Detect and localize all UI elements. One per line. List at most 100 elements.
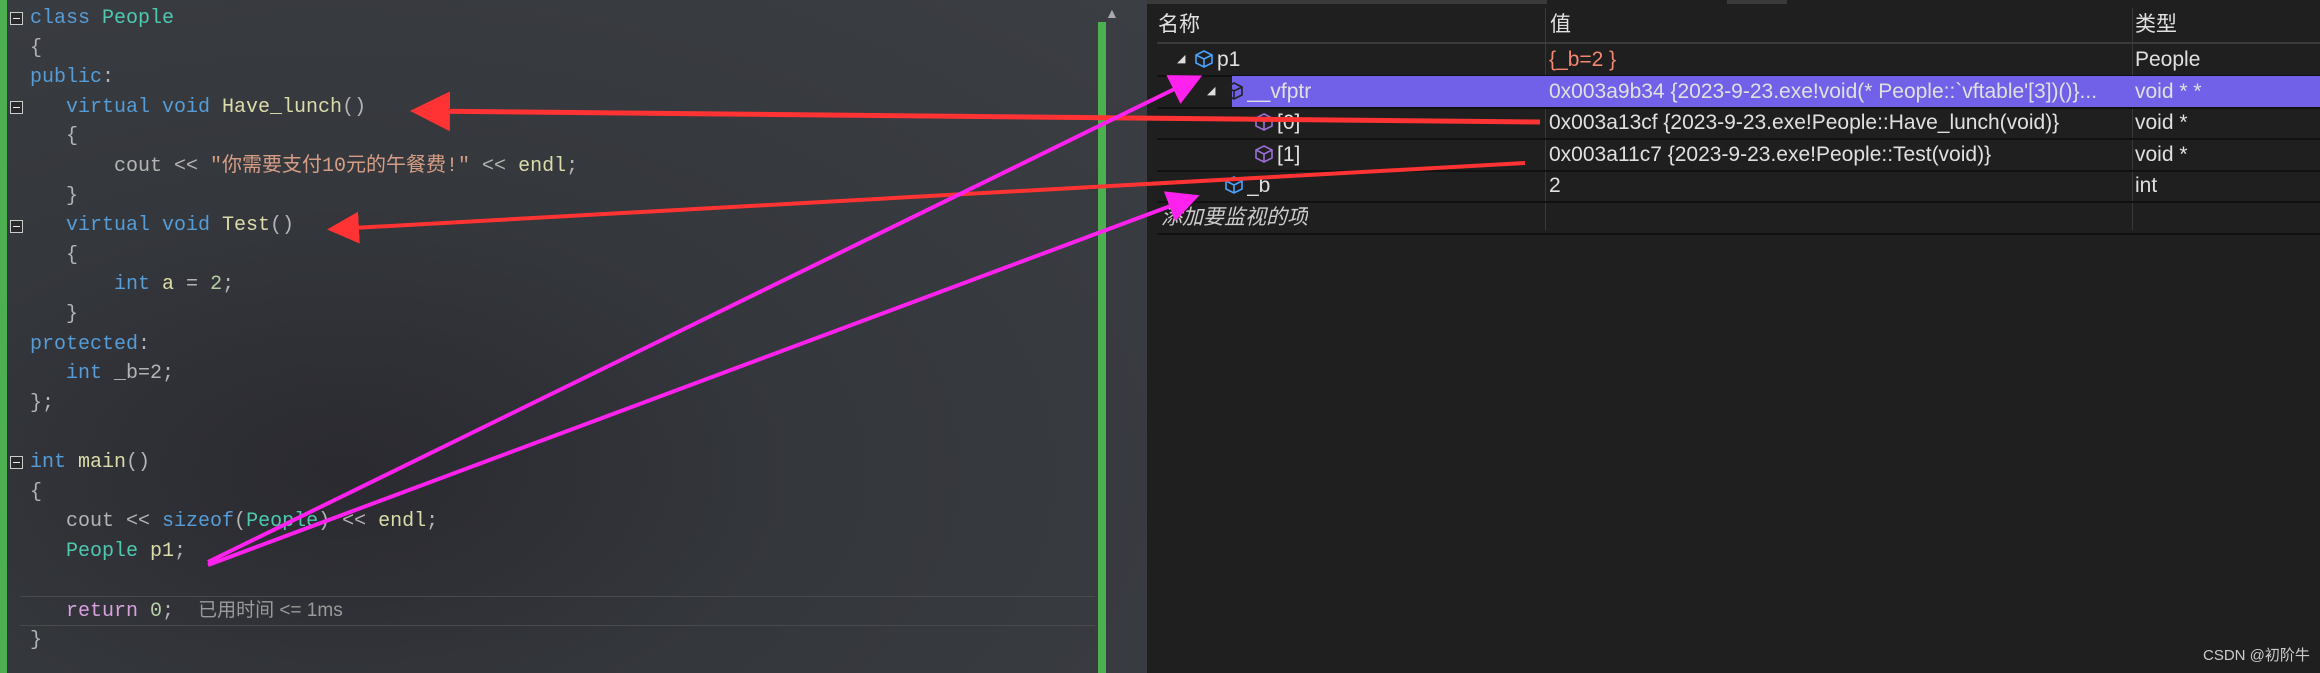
code-line[interactable]: { (30, 478, 42, 508)
change-margin (0, 0, 7, 673)
watch-type: void * (2135, 111, 2188, 135)
scrollbar-track[interactable] (1098, 22, 1106, 673)
code-token: _b=2; (114, 362, 175, 386)
watch-value[interactable]: 0x003a11c7 {2023-9-23.exe!People::Test(v… (1549, 139, 2127, 170)
column-header-value[interactable]: 值 (1550, 8, 1571, 42)
pointer-object-icon (1225, 81, 1243, 100)
code-line[interactable]: People p1; (30, 537, 186, 567)
code-token: () (126, 451, 151, 474)
code-token: cout << (30, 510, 163, 534)
code-token: : (138, 332, 151, 356)
protected-field-icon (1225, 176, 1243, 195)
watch-name: p1 (1217, 48, 1241, 71)
watermark: CSDN @初阶牛 (2203, 647, 2310, 664)
code-token: p1 (150, 539, 175, 563)
code-line[interactable]: { (30, 241, 78, 271)
class-object-icon (1195, 50, 1213, 68)
code-line[interactable]: }; (30, 389, 54, 419)
code-line[interactable]: public: (30, 63, 114, 93)
watch-value[interactable]: {_b=2 } (1549, 44, 2127, 75)
watch-row-b[interactable]: _b 2 int (1157, 170, 2320, 204)
scroll-up-arrow-icon[interactable]: ▲ (1105, 5, 1119, 21)
code-editor[interactable]: class People{public: virtual void Have_l… (0, 0, 1147, 673)
code-token: { (30, 36, 43, 60)
code-token: { (30, 243, 79, 267)
code-token: virtual void (30, 214, 223, 238)
code-token: } (30, 184, 79, 208)
watch-name: [1] (1277, 142, 1301, 166)
tab-strip (1727, 0, 1787, 4)
watch-row-p1[interactable]: ◢ p1 {_b=2 } People (1157, 44, 2320, 77)
expand-triangle-icon[interactable]: ◢ (1177, 44, 1185, 75)
code-line[interactable]: cout << sizeof(People) << endl; (30, 507, 438, 537)
code-token: ; (426, 510, 439, 534)
watch-name: __vfptr (1247, 79, 1312, 103)
code-line[interactable]: } (30, 182, 78, 212)
code-token: "你需要支付10元的午餐费!" (210, 155, 471, 178)
code-token: ; (174, 539, 187, 563)
member-icon (1255, 144, 1273, 163)
watch-value[interactable]: 0x003a9b34 {2023-9-23.exe!void(* People:… (1549, 76, 2127, 107)
add-watch-row[interactable]: 添加要监视的项 (1157, 202, 2320, 235)
code-line[interactable]: } (30, 300, 78, 330)
code-line[interactable]: { (30, 34, 42, 64)
code-token: 已用时间 <= 1ms (198, 600, 343, 621)
code-line[interactable]: return 0; 已用时间 <= 1ms (30, 596, 343, 626)
watch-type: void * * (2135, 79, 2202, 103)
code-line[interactable]: { (30, 122, 78, 152)
code-line[interactable]: int a = 2; (30, 270, 234, 300)
code-token: main (78, 451, 127, 474)
code-token: 2 (210, 273, 223, 297)
code-token: () (342, 95, 367, 119)
column-header-name[interactable]: 名称 (1158, 8, 1200, 42)
code-token: = (174, 273, 211, 297)
code-token: People (30, 539, 151, 563)
code-token: int (30, 451, 79, 474)
fold-toggle-main[interactable] (10, 456, 23, 469)
code-token: return (30, 600, 151, 623)
code-line[interactable]: virtual void Test() (30, 211, 294, 241)
code-token: People (102, 7, 175, 30)
code-token: ) << (318, 510, 379, 534)
code-line[interactable]: } (30, 626, 42, 656)
code-token: protected (30, 332, 139, 356)
code-token: { (30, 480, 43, 504)
code-token: public (30, 66, 103, 90)
code-token: endl (378, 510, 427, 534)
code-line[interactable]: protected: (30, 330, 150, 360)
code-token: }; (30, 391, 55, 415)
fold-toggle-have-lunch[interactable] (10, 101, 23, 114)
fold-toggle-class[interactable] (10, 12, 23, 25)
code-token: ( (234, 510, 247, 534)
code-token: endl (518, 155, 567, 178)
code-token: Test (222, 214, 271, 238)
code-token: int (30, 362, 115, 386)
code-token: int (30, 273, 163, 297)
watch-name: [0] (1277, 111, 1301, 135)
watch-row-vfptr[interactable]: ◢ __vfptr 0x003a9b34 {2023-9-23.exe!void(*… (1157, 75, 2320, 109)
code-line[interactable]: class People (30, 4, 174, 34)
code-token: } (30, 628, 43, 652)
fold-toggle-test[interactable] (10, 220, 23, 233)
column-header-type[interactable]: 类型 (2135, 8, 2177, 42)
tab-strip (1147, 0, 1547, 4)
watch-row-0[interactable]: [0] 0x003a13cf {2023-9-23.exe!People::Hav… (1157, 107, 2320, 141)
expand-triangle-icon[interactable]: ◢ (1207, 76, 1215, 107)
watch-value[interactable]: 2 (1549, 170, 2127, 201)
code-token: virtual void (30, 95, 223, 119)
code-token: cout << (30, 155, 211, 178)
code-token: } (30, 303, 79, 326)
add-watch-input[interactable]: 添加要监视的项 (1161, 202, 1308, 233)
watch-value[interactable]: 0x003a13cf {2023-9-23.exe!People::Have_l… (1549, 107, 2127, 138)
code-token: ; (162, 600, 199, 623)
code-token: People (246, 510, 319, 534)
code-token: 0 (150, 600, 163, 623)
code-line[interactable]: int _b=2; (30, 359, 174, 389)
code-line[interactable]: virtual void Have_lunch() (30, 93, 366, 123)
code-line[interactable]: cout << "你需要支付10元的午餐费!" << endl; (30, 152, 578, 182)
code-line[interactable]: int main() (30, 448, 150, 478)
code-token: class (30, 7, 103, 30)
watch-row-1[interactable]: [1] 0x003a11c7 {2023-9-23.exe!People::Tes… (1157, 139, 2320, 172)
code-token: ; (222, 273, 235, 297)
code-token: << (470, 155, 519, 178)
